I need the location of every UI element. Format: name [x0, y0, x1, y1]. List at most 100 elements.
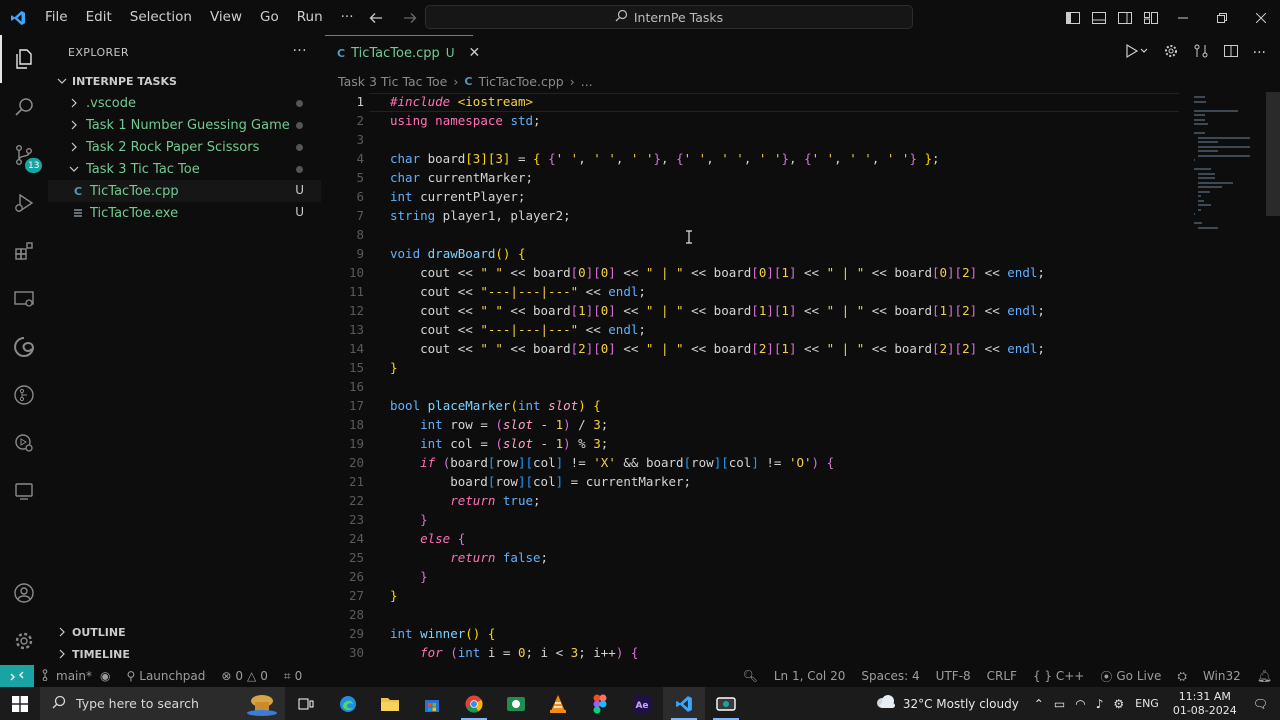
- toggle-secondary-sidebar-icon[interactable]: [1116, 9, 1134, 27]
- menu-view[interactable]: View: [201, 0, 251, 35]
- file-explorer-icon[interactable]: [369, 687, 411, 720]
- code-token: ,: [871, 151, 887, 166]
- menu-more[interactable]: ···: [332, 0, 363, 35]
- code-token: endl: [608, 284, 639, 299]
- menu-go[interactable]: Go: [251, 0, 288, 35]
- run-code-icon[interactable]: [1125, 43, 1149, 63]
- line-code: }: [390, 358, 398, 377]
- ports-status[interactable]: ⌗ 0: [276, 665, 310, 687]
- compare-changes-icon[interactable]: [1193, 43, 1209, 63]
- remote-indicator-icon[interactable]: [0, 665, 34, 687]
- live-share-icon[interactable]: [0, 467, 48, 515]
- search-view-icon[interactable]: [0, 83, 48, 131]
- code-token: " | ": [645, 303, 684, 318]
- clock[interactable]: 11:31 AM 01-08-2024: [1165, 690, 1245, 718]
- accounts-icon[interactable]: [0, 569, 48, 617]
- breadcrumb-symbols[interactable]: ...: [581, 74, 593, 89]
- code-token: [: [751, 341, 759, 356]
- settings-tray-icon[interactable]: ⚙: [1108, 697, 1129, 711]
- menu-selection[interactable]: Selection: [121, 0, 201, 35]
- show-hidden-icons-icon[interactable]: ⌃: [1029, 697, 1049, 711]
- code-token: board: [390, 474, 488, 489]
- notifications-bell-icon[interactable]: 🔔︎: [1249, 665, 1280, 687]
- tab-tictactoe-cpp[interactable]: C TicTacToe.cpp U ✕: [325, 35, 480, 70]
- edge-browser-icon[interactable]: [327, 687, 369, 720]
- language-mode[interactable]: { } C++: [1025, 665, 1092, 687]
- tree-item[interactable]: Task 2 Rock Paper Scissors: [48, 136, 321, 158]
- windows-start-icon[interactable]: [0, 687, 40, 720]
- breadcrumb-folder[interactable]: Task 3 Tic Tac Toe: [338, 74, 447, 89]
- menu-file[interactable]: File: [36, 0, 77, 35]
- indentation[interactable]: Spaces: 4: [853, 665, 927, 687]
- outline-section[interactable]: OUTLINE: [48, 621, 321, 643]
- camtasia-icon[interactable]: [495, 687, 537, 720]
- edge-icon[interactable]: [0, 323, 48, 371]
- code-token: ;: [1037, 341, 1045, 356]
- toggle-panel-icon[interactable]: [1090, 9, 1108, 27]
- settings-gear-icon[interactable]: [1163, 43, 1179, 63]
- gitlens-icon[interactable]: [0, 371, 48, 419]
- weather-widget[interactable]: 32°C Mostly cloudy: [865, 695, 1029, 712]
- menu-edit[interactable]: Edit: [77, 0, 121, 35]
- restore-icon[interactable]: [1202, 0, 1241, 35]
- close-tab-icon[interactable]: ✕: [469, 45, 481, 61]
- taskbar-search[interactable]: Type here to search: [40, 687, 285, 720]
- minimize-icon[interactable]: [1163, 0, 1202, 35]
- source-control-icon[interactable]: 13: [0, 131, 48, 179]
- more-editor-actions-icon[interactable]: ···: [1253, 45, 1266, 61]
- run-debug-icon[interactable]: [0, 179, 48, 227]
- code-token: ][: [766, 303, 782, 318]
- command-center[interactable]: InternPe Tasks: [425, 5, 913, 29]
- platform[interactable]: Win32: [1195, 665, 1249, 687]
- scrollbar[interactable]: [1266, 92, 1280, 216]
- input-language[interactable]: ENG: [1129, 697, 1165, 710]
- forward-arrow-icon[interactable]: [400, 8, 420, 28]
- minimap[interactable]: [1190, 92, 1256, 242]
- screen-recorder-icon[interactable]: [705, 687, 747, 720]
- extensions-icon[interactable]: [0, 227, 48, 275]
- toggle-primary-sidebar-icon[interactable]: [1064, 9, 1082, 27]
- back-arrow-icon[interactable]: [366, 8, 386, 28]
- more-actions-icon[interactable]: ···: [292, 43, 307, 59]
- cursor-position[interactable]: Ln 1, Col 20: [766, 665, 854, 687]
- split-editor-icon[interactable]: [1223, 43, 1239, 63]
- menu-run[interactable]: Run: [288, 0, 332, 35]
- problems-status[interactable]: ⊗ 0 △ 0: [213, 665, 276, 687]
- tree-item-label: TicTacToe.cpp: [90, 183, 179, 199]
- explorer-icon[interactable]: [0, 35, 48, 83]
- go-live[interactable]: ⦿ Go Live: [1092, 665, 1169, 687]
- code-editor[interactable]: 1 #include <iostream> 2 using namespace std…: [321, 92, 1280, 665]
- end-of-line[interactable]: CRLF: [979, 665, 1025, 687]
- encoding[interactable]: UTF-8: [928, 665, 979, 687]
- vlc-icon[interactable]: [537, 687, 579, 720]
- remote-explorer-icon[interactable]: [0, 275, 48, 323]
- task-view-icon[interactable]: [285, 687, 327, 720]
- customize-layout-icon[interactable]: [1142, 9, 1160, 27]
- vscode-taskbar-icon[interactable]: [663, 687, 705, 720]
- tree-item[interactable]: Task 1 Number Guessing Game: [48, 114, 321, 136]
- close-window-icon[interactable]: [1241, 0, 1280, 35]
- after-effects-icon[interactable]: Ae: [621, 687, 663, 720]
- wifi-icon[interactable]: ◠: [1070, 697, 1090, 711]
- tree-item[interactable]: C TicTacToe.cpp U: [48, 180, 321, 202]
- code-token: " ": [480, 265, 503, 280]
- timeline-section[interactable]: TIMELINE: [48, 643, 321, 665]
- figma-icon[interactable]: [579, 687, 621, 720]
- microsoft-store-icon[interactable]: [411, 687, 453, 720]
- manage-gear-icon[interactable]: [0, 617, 48, 665]
- branch-status[interactable]: main* ◉: [34, 665, 118, 687]
- tree-item[interactable]: Task 3 Tic Tac Toe: [48, 158, 321, 180]
- launchpad-status[interactable]: ⚲ Launchpad: [118, 665, 213, 687]
- volume-icon[interactable]: ♪: [1091, 697, 1109, 711]
- chrome-icon[interactable]: [453, 687, 495, 720]
- tree-item[interactable]: TicTacToe.exe U: [48, 202, 321, 224]
- tree-item[interactable]: .vscode: [48, 92, 321, 114]
- notifications-icon[interactable]: 🗨︎: [1245, 697, 1280, 711]
- breadcrumb-file[interactable]: TicTacToe.cpp: [478, 74, 563, 89]
- battery-icon[interactable]: ▭: [1049, 697, 1070, 711]
- workspace-section[interactable]: INTERNPE TASKS: [48, 70, 321, 92]
- copilot-icon[interactable]: ⛭: [1169, 665, 1195, 687]
- zoom-icon[interactable]: 🔍︎: [735, 665, 766, 687]
- github-actions-icon[interactable]: [0, 419, 48, 467]
